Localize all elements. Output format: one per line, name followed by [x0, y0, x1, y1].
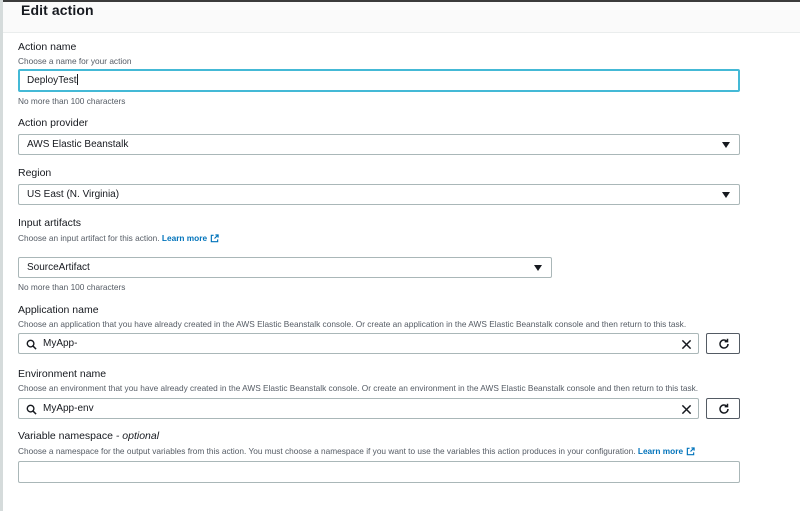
- variable-namespace-description-text: Choose a namespace for the output variab…: [18, 446, 636, 456]
- environment-refresh-button[interactable]: [706, 398, 740, 419]
- close-icon[interactable]: [681, 338, 692, 357]
- input-artifacts-select[interactable]: SourceArtifact: [18, 257, 552, 278]
- action-provider-select[interactable]: AWS Elastic Beanstalk: [18, 134, 740, 155]
- action-name-hint: No more than 100 characters: [18, 96, 126, 106]
- search-icon: [26, 403, 37, 422]
- refresh-icon: [719, 338, 729, 349]
- edit-action-panel: Edit action Action name Choose a name fo…: [0, 0, 800, 511]
- left-edge: [0, 0, 3, 511]
- optional-tag: - optional: [115, 430, 160, 442]
- search-icon: [26, 338, 37, 357]
- region-select[interactable]: US East (N. Virginia): [18, 184, 740, 205]
- region-label: Region: [18, 167, 52, 179]
- region-value: US East (N. Virginia): [27, 189, 120, 200]
- panel-header: Edit action: [3, 2, 800, 33]
- action-name-input[interactable]: DeployTest: [18, 69, 740, 92]
- input-artifacts-hint: No more than 100 characters: [18, 282, 126, 292]
- learn-more-text: Learn more: [637, 446, 684, 456]
- text-caret: [77, 74, 79, 85]
- variable-namespace-label-text: Variable namespace: [18, 430, 113, 442]
- environment-name-label: Environment name: [18, 368, 107, 380]
- environment-name-value: MyApp-env: [43, 403, 94, 414]
- external-link-icon: [686, 447, 695, 458]
- application-name-search-input[interactable]: MyApp-: [18, 333, 699, 354]
- application-refresh-button[interactable]: [706, 333, 740, 354]
- variable-namespace-input[interactable]: [18, 461, 740, 483]
- learn-more-text: Learn more: [161, 233, 208, 243]
- action-name-description: Choose a name for your action: [18, 56, 132, 66]
- variable-namespace-learn-more-link[interactable]: Learn more: [638, 446, 695, 456]
- input-artifacts-label: Input artifacts: [18, 217, 82, 229]
- input-artifacts-description: Choose an input artifact for this action…: [18, 233, 219, 245]
- environment-name-search-input[interactable]: MyApp-env: [18, 398, 699, 419]
- caret-down-icon: [722, 142, 730, 148]
- page-title: Edit action: [21, 2, 94, 18]
- action-provider-label: Action provider: [18, 117, 89, 129]
- application-name-value: MyApp-: [43, 338, 78, 349]
- external-link-icon: [210, 234, 219, 245]
- environment-name-description: Choose an environment that you have alre…: [18, 383, 699, 393]
- input-artifacts-description-text: Choose an input artifact for this action…: [18, 233, 160, 243]
- input-artifacts-value: SourceArtifact: [27, 262, 90, 273]
- variable-namespace-description: Choose a namespace for the output variab…: [18, 446, 695, 458]
- action-name-label: Action name: [18, 41, 77, 53]
- action-provider-value: AWS Elastic Beanstalk: [27, 139, 129, 150]
- variable-namespace-label: Variable namespace - optional: [18, 430, 159, 442]
- application-name-description: Choose an application that you have alre…: [18, 319, 687, 329]
- caret-down-icon: [722, 192, 730, 198]
- refresh-icon: [719, 403, 729, 414]
- application-name-label: Application name: [18, 304, 99, 316]
- input-artifacts-learn-more-link[interactable]: Learn more: [162, 233, 219, 243]
- caret-down-icon: [534, 265, 542, 271]
- close-icon[interactable]: [681, 403, 692, 422]
- action-name-value: DeployTest: [27, 75, 77, 86]
